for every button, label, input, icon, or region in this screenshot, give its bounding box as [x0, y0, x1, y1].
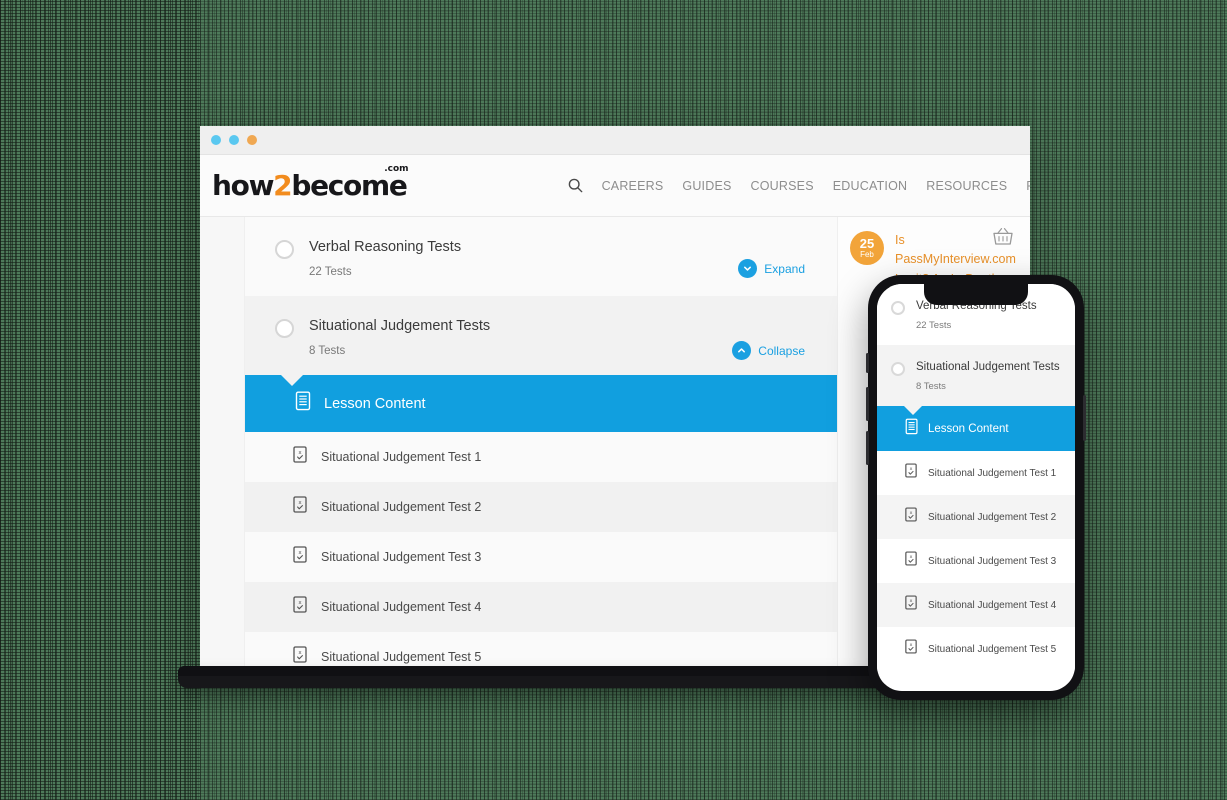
phone-section-test-count: 8 Tests — [916, 381, 946, 392]
search-icon[interactable] — [568, 178, 583, 193]
nav-item-careers[interactable]: CAREERS — [602, 179, 664, 193]
collapse-label: Collapse — [758, 343, 805, 358]
collapse-button[interactable]: Collapse — [732, 341, 805, 360]
phone-volume-down-button[interactable] — [866, 431, 869, 465]
svg-text:x: x — [910, 643, 913, 648]
phone-lesson-label: Situational Judgement Test 3 — [928, 555, 1057, 567]
lesson-label: Situational Judgement Test 2 — [321, 500, 482, 514]
nav-item-guides[interactable]: GUIDES — [682, 179, 731, 193]
lesson-row[interactable]: x Situational Judgement Test 2 — [245, 482, 837, 532]
phone-lesson-row[interactable]: x Situational Judgement Test 1 — [877, 451, 1075, 495]
phone-test-document-icon: x — [905, 507, 917, 527]
section-progress-radio[interactable] — [275, 240, 294, 259]
traffic-light-maximize-icon[interactable] — [247, 135, 257, 145]
logo-part-1: how — [212, 168, 274, 202]
lesson-row[interactable]: x Situational Judgement Test 3 — [245, 532, 837, 582]
test-document-icon: x — [293, 546, 307, 568]
test-document-icon: x — [293, 446, 307, 468]
section-progress-radio[interactable] — [275, 319, 294, 338]
post-date-badge: 25 Feb — [850, 231, 884, 265]
phone-lesson-content-label: Lesson Content — [928, 422, 1009, 435]
phone-section-test-count: 22 Tests — [916, 320, 952, 331]
lesson-row[interactable]: x Situational Judgement Test 1 — [245, 432, 837, 482]
post-date-day: 25 — [859, 236, 875, 251]
lesson-content-header: Lesson Content — [245, 375, 837, 432]
phone-lesson-row[interactable]: x Situational Judgement Test 3 — [877, 539, 1075, 583]
phone-lesson-label: Situational Judgement Test 2 — [928, 511, 1057, 523]
chevron-down-icon — [738, 259, 758, 278]
phone-mockup: Verbal Reasoning Tests 22 Tests Situatio… — [866, 275, 1086, 700]
phone-lesson-label: Situational Judgement Test 4 — [928, 599, 1057, 611]
section-test-count: 22 Tests — [309, 266, 352, 278]
phone-lesson-row[interactable]: x Situational Judgement Test 4 — [877, 583, 1075, 627]
mockup-stage: how2become .com CAREERS GUIDES COURSES ED… — [0, 0, 1227, 800]
phone-test-document-icon: x — [905, 595, 917, 615]
test-document-icon: x — [293, 496, 307, 518]
phone-test-document-icon: x — [905, 463, 917, 483]
lesson-row[interactable]: x Situational Judgement Test 4 — [245, 582, 837, 632]
svg-text:x: x — [298, 550, 302, 556]
phone-power-button[interactable] — [1083, 395, 1086, 441]
phone-section-title: Situational Judgement Tests — [916, 361, 1060, 373]
test-document-icon: x — [293, 646, 307, 668]
svg-text:x: x — [298, 450, 302, 456]
phone-volume-up-button[interactable] — [866, 387, 869, 421]
phone-lesson-content-notch — [904, 406, 922, 415]
lesson-label: Situational Judgement Test 5 — [321, 650, 482, 664]
phone-lesson-label: Situational Judgement Test 1 — [928, 467, 1057, 479]
lesson-label: Situational Judgement Test 3 — [321, 550, 482, 564]
svg-text:x: x — [298, 650, 302, 656]
section-test-count: 8 Tests — [309, 345, 346, 357]
expand-button[interactable]: Expand — [738, 259, 805, 278]
course-section-verbal-reasoning[interactable]: Verbal Reasoning Tests 22 Tests Expand — [245, 217, 837, 296]
phone-mute-switch[interactable] — [866, 353, 869, 373]
browser-titlebar — [200, 126, 1030, 155]
nav-item-education[interactable]: EDUCATION — [833, 179, 908, 193]
lesson-label: Situational Judgement Test 1 — [321, 450, 482, 464]
course-curriculum: Verbal Reasoning Tests 22 Tests Expand S… — [245, 217, 837, 682]
nav-item-courses[interactable]: COURSES — [751, 179, 814, 193]
svg-text:x: x — [910, 467, 913, 472]
logo-dotcom: .com — [384, 163, 409, 174]
phone-section-progress-radio[interactable] — [891, 301, 905, 315]
site-header: how2become .com CAREERS GUIDES COURSES ED… — [200, 155, 1030, 217]
nav-item-free-interview-course[interactable]: FREE INTERVIEW COU — [1026, 179, 1030, 193]
section-title: Verbal Reasoning Tests — [309, 239, 462, 255]
traffic-light-close-icon[interactable] — [211, 135, 221, 145]
lesson-content-label: Lesson Content — [324, 395, 426, 412]
phone-lesson-row[interactable]: x Situational Judgement Test 5 — [877, 627, 1075, 671]
nav-item-resources[interactable]: RESOURCES — [926, 179, 1007, 193]
svg-text:x: x — [910, 599, 913, 604]
chevron-up-icon — [732, 341, 752, 360]
phone-test-document-icon: x — [905, 639, 917, 659]
logo-part-2: 2 — [273, 168, 293, 202]
main-navigation: CAREERS GUIDES COURSES EDUCATION RESOURC… — [568, 178, 1030, 193]
test-document-icon: x — [293, 596, 307, 618]
svg-text:x: x — [298, 600, 302, 606]
traffic-light-minimize-icon[interactable] — [229, 135, 239, 145]
section-title: Situational Judgement Tests — [309, 318, 491, 334]
svg-text:x: x — [910, 511, 913, 516]
left-gutter — [200, 217, 245, 682]
lesson-content-notch — [281, 375, 303, 386]
phone-section-progress-radio[interactable] — [891, 362, 905, 376]
post-date-month: Feb — [860, 250, 874, 259]
phone-test-document-icon: x — [905, 551, 917, 571]
phone-lesson-row[interactable]: x Situational Judgement Test 2 — [877, 495, 1075, 539]
phone-screen: Verbal Reasoning Tests 22 Tests Situatio… — [877, 284, 1075, 691]
site-logo[interactable]: how2become .com — [212, 164, 409, 202]
lesson-label: Situational Judgement Test 4 — [321, 600, 482, 614]
lesson-list-icon — [295, 391, 312, 416]
course-section-situational-judgement[interactable]: Situational Judgement Tests 8 Tests Coll… — [245, 296, 837, 375]
shopping-basket-icon[interactable] — [992, 227, 1014, 252]
phone-lesson-list-icon — [905, 418, 919, 440]
svg-text:x: x — [910, 555, 913, 560]
phone-lesson-content-header: Lesson Content — [877, 406, 1075, 451]
expand-label: Expand — [764, 261, 805, 276]
phone-notch — [924, 284, 1028, 305]
phone-course-section-situational-judgement[interactable]: Situational Judgement Tests 8 Tests — [877, 345, 1075, 406]
phone-lesson-label: Situational Judgement Test 5 — [928, 643, 1057, 655]
svg-text:x: x — [298, 500, 302, 506]
